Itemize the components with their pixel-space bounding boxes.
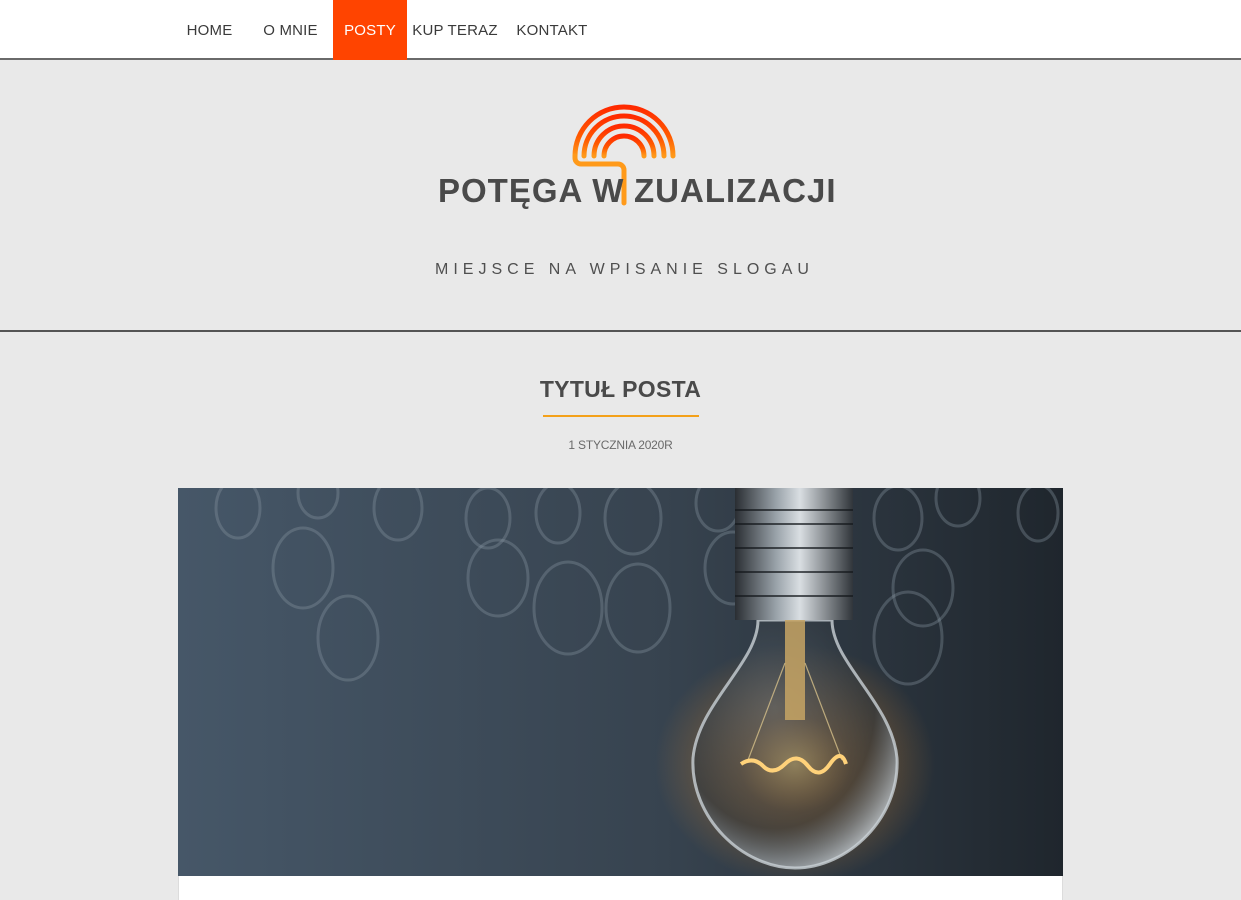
post-date: 1 STYCZNIA 2020R: [568, 438, 673, 452]
nav-menu: HOME O MNIE POSTY KUP TERAZ KONTAKT: [171, 0, 601, 60]
glowing-light-bulb-image: [178, 488, 1063, 876]
top-navigation: HOME O MNIE POSTY KUP TERAZ KONTAKT: [0, 0, 1241, 60]
nav-item-kontakt[interactable]: KONTAKT: [503, 0, 601, 60]
site-logo[interactable]: POTĘGA W ZUALIZACJI: [430, 98, 840, 218]
post-title[interactable]: TYTUŁ POSTA: [0, 376, 1241, 403]
nav-item-home[interactable]: HOME: [171, 0, 248, 60]
title-underline: [543, 415, 699, 417]
post-featured-image: [178, 488, 1063, 876]
nav-item-o-mnie[interactable]: O MNIE: [248, 0, 333, 60]
post-content-card: [178, 876, 1063, 900]
nav-item-kup-teraz[interactable]: KUP TERAZ: [407, 0, 503, 60]
logo-text-right: ZUALIZACJI: [634, 172, 837, 209]
logo-text-left: POTĘGA W: [438, 172, 624, 209]
site-header: POTĘGA W ZUALIZACJI MIEJSCE NA WPISANIE …: [0, 62, 1241, 332]
nav-item-posty[interactable]: POSTY: [333, 0, 407, 60]
site-slogan: MIEJSCE NA WPISANIE SLOGAU: [435, 261, 814, 278]
